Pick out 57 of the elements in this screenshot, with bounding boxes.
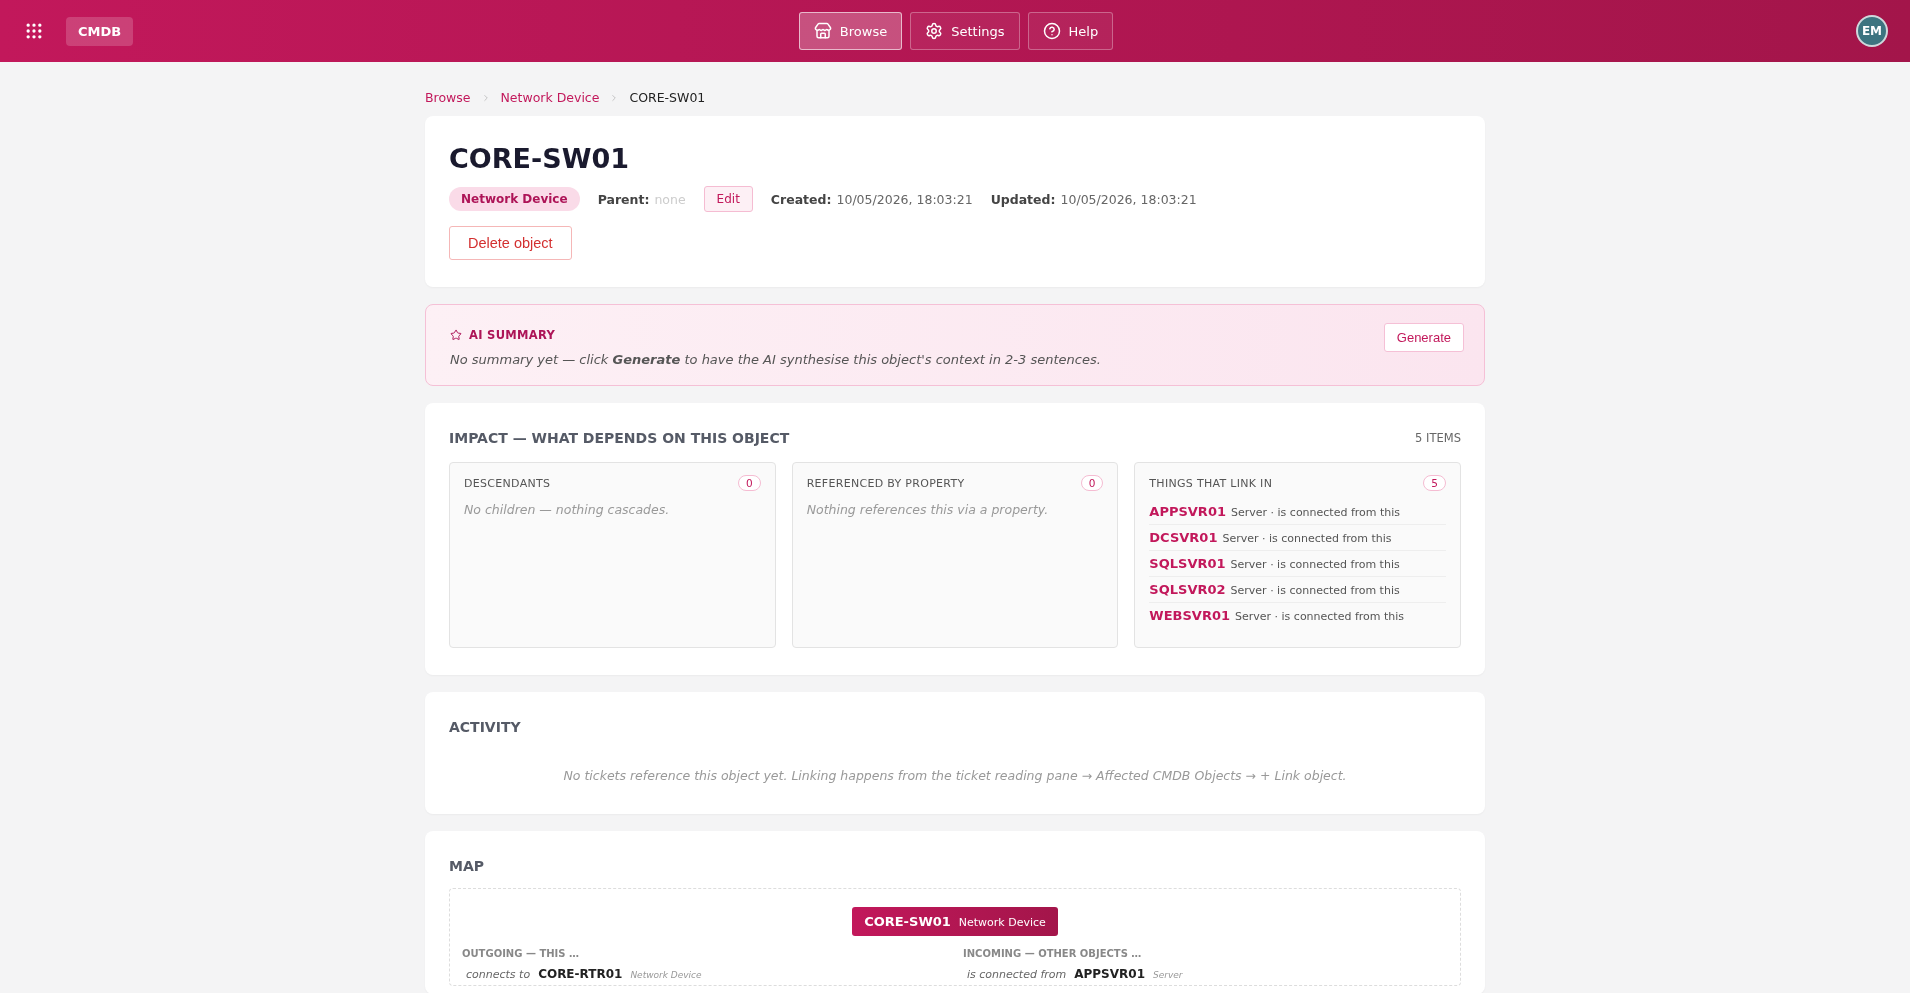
breadcrumb-link[interactable]: Network Device	[500, 90, 600, 105]
nav-tab[interactable]: Help	[1027, 12, 1114, 50]
object-type: Server	[1153, 970, 1183, 980]
ai-summary-title: AI SUMMARY	[469, 328, 556, 342]
count-badge: 5	[1423, 475, 1446, 491]
relation-label: is connected from	[967, 968, 1067, 981]
group-title: OUTGOING — THIS …	[462, 948, 580, 959]
object-detail: Server · is connected from this	[1230, 558, 1400, 571]
panel-title: THINGS THAT LINK IN	[1149, 476, 1273, 490]
nav-tab[interactable]: Settings	[910, 12, 1020, 50]
section-title: ACTIVITY	[449, 719, 522, 735]
object-link[interactable]: CORE-RTR01	[538, 967, 623, 981]
section-title: IMPACT — WHAT DEPENDS ON THIS OBJECT	[449, 430, 790, 446]
empty-message: No tickets reference this object yet. Linking happens from the ticket reading pane → Affected CMDB Objects → + Link object.	[563, 768, 1347, 783]
object-type: Network Device	[630, 970, 702, 980]
app-name[interactable]: CMDB	[66, 16, 134, 46]
map-node[interactable]: CORE-SW01 Network Device	[852, 907, 1058, 936]
ai-summary-text: No summary yet — click Generate to have the AI synthesise this object's context in 2-3 sentences.	[450, 352, 1102, 367]
parent-label: Parent:	[597, 191, 650, 207]
user-avatar[interactable]: EM	[1856, 15, 1888, 47]
updated-label: Updated:	[990, 191, 1056, 207]
edit-button[interactable]: Edit	[703, 186, 753, 212]
star-icon	[450, 329, 462, 341]
delete-button[interactable]: Delete object	[449, 226, 572, 260]
object-link[interactable]: APPSVR01	[1149, 504, 1226, 519]
group-title: INCOMING — OTHER OBJECTS …	[963, 948, 1143, 959]
empty-message: No children — nothing cascades.	[464, 502, 670, 517]
settings-icon	[925, 22, 944, 40]
panel-title: REFERENCED BY PROPERTY	[806, 476, 965, 490]
object-link[interactable]: SQLSVR02	[1149, 582, 1226, 597]
count-badge: 0	[1080, 475, 1104, 491]
object-link[interactable]: DCSVR01	[1149, 530, 1218, 545]
object-link[interactable]: SQLSVR01	[1149, 556, 1226, 571]
type-tag: Network Device	[449, 187, 580, 211]
section-title: MAP	[449, 858, 486, 874]
help-icon	[1042, 22, 1061, 40]
item-count: 5 ITEMS	[1415, 431, 1461, 445]
object-detail: Server · is connected from this	[1222, 532, 1392, 545]
app-grid-icon[interactable]	[24, 21, 44, 41]
object-detail: Server · is connected from this	[1235, 610, 1405, 623]
object-link[interactable]: APPSVR01	[1074, 967, 1145, 981]
relation-label: connects to	[466, 968, 531, 981]
nav-tab[interactable]: Browse	[798, 12, 903, 50]
panel-title: DESCENDANTS	[464, 476, 551, 490]
object-link[interactable]: WEBSVR01	[1149, 608, 1230, 623]
breadcrumb-current: CORE-SW01	[629, 90, 706, 105]
empty-message: Nothing references this via a property.	[806, 502, 1049, 517]
generate-button[interactable]: Generate	[1383, 323, 1464, 352]
object-detail: Server · is connected from this	[1231, 506, 1401, 519]
created-label: Created:	[770, 191, 832, 207]
count-badge: 0	[737, 475, 761, 491]
breadcrumb-link[interactable]: Browse	[425, 90, 471, 105]
updated-value: 10/05/2026, 18:03:21	[1060, 191, 1197, 207]
object-detail: Server · is connected from this	[1230, 584, 1400, 597]
object-title: CORE-SW01	[449, 143, 630, 174]
store-icon	[813, 22, 832, 40]
created-value: 10/05/2026, 18:03:21	[836, 191, 973, 207]
